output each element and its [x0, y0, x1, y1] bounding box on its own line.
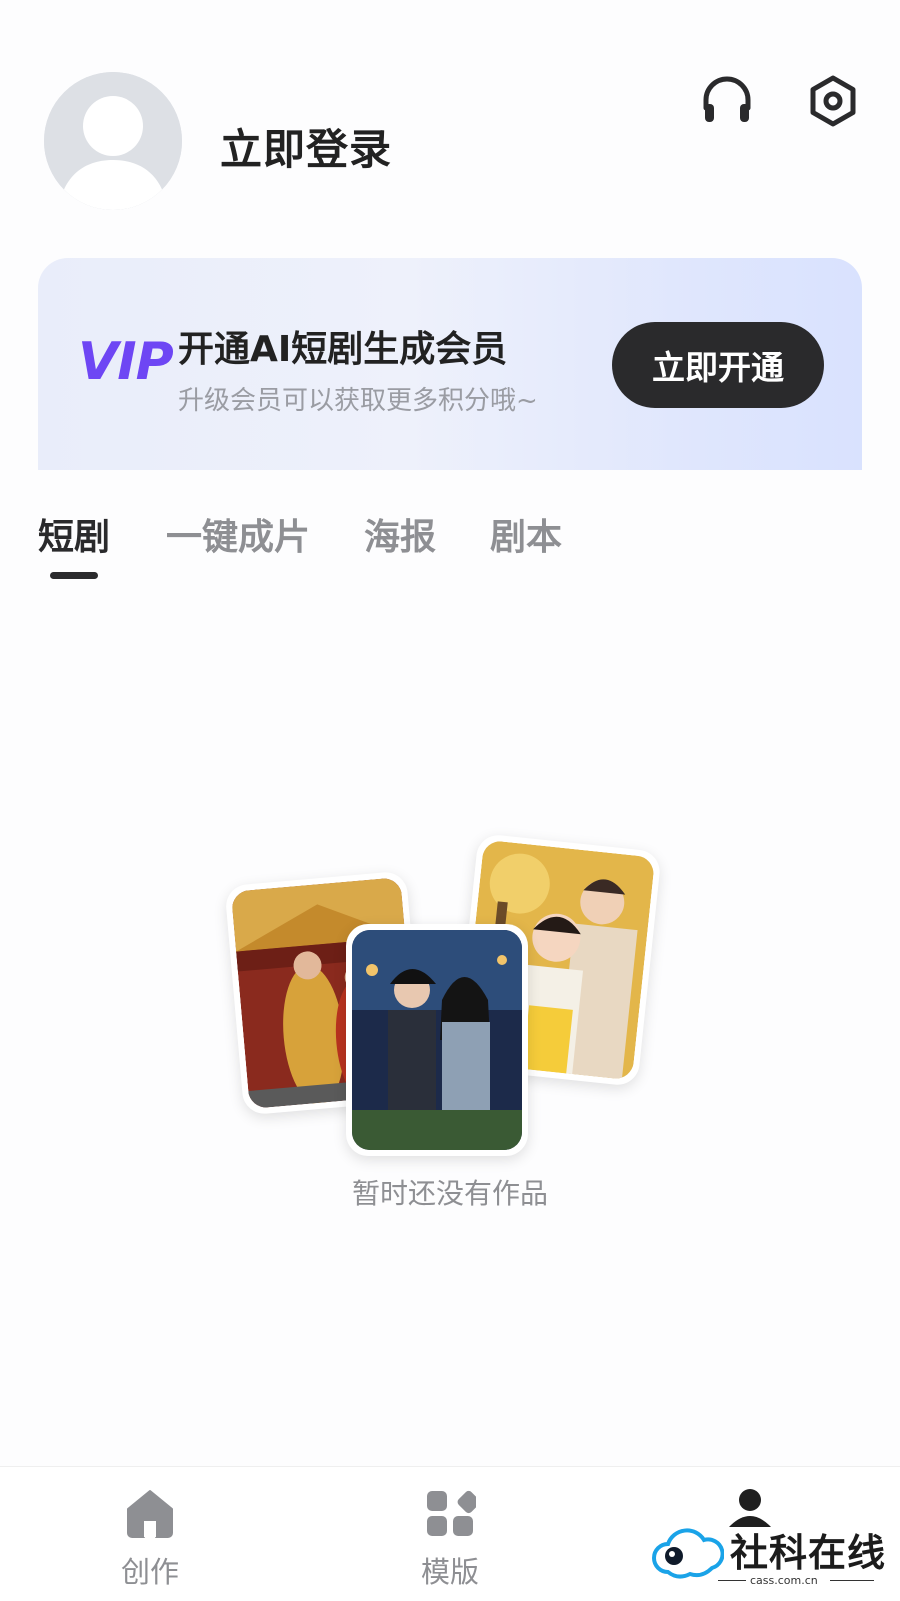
watermark-divider-right [830, 1580, 874, 1581]
drama-thumbnail-night [346, 924, 528, 1156]
vip-title: 开通AI短剧生成会员 [178, 329, 508, 370]
tab-short-drama[interactable]: 短剧 [38, 508, 110, 560]
vip-subtitle: 升级会员可以获取更多积分哦~ [178, 386, 538, 416]
cloud-logo-icon [652, 1528, 724, 1579]
nav-create-label: 创作 [120, 1555, 179, 1589]
nav-create[interactable]: 创作 [50, 1487, 250, 1591]
tab-poster[interactable]: 海报 [364, 508, 436, 560]
home-icon [127, 1490, 173, 1538]
login-link[interactable]: 立即登录 [220, 116, 392, 177]
watermark-logo: 社科在线 cass.com.cn [652, 1518, 890, 1594]
avatar[interactable] [44, 72, 182, 210]
avatar-placeholder-icon [44, 72, 182, 210]
profile-page: 立即登录 VIP 开通AI短剧生成会员 升级会员可以获取更多积分哦~ 立即开通 … [0, 0, 900, 1601]
vip-banner[interactable]: VIP 开通AI短剧生成会员 升级会员可以获取更多积分哦~ 立即开通 [38, 258, 862, 470]
nav-template-label: 模版 [420, 1555, 479, 1589]
vip-badge: VIP [78, 332, 174, 392]
open-vip-button[interactable]: 立即开通 [612, 322, 824, 408]
tab-one-click-video[interactable]: 一键成片 [166, 508, 310, 560]
watermark-divider-left [718, 1580, 746, 1581]
watermark-domain: cass.com.cn [750, 1574, 818, 1587]
active-tab-indicator [50, 572, 98, 579]
empty-state-message: 暂时还没有作品 [351, 1177, 548, 1210]
headset-icon[interactable] [700, 74, 754, 128]
nav-template[interactable]: 模版 [350, 1487, 550, 1591]
tab-script[interactable]: 剧本 [490, 508, 562, 560]
settings-icon[interactable] [806, 74, 860, 128]
empty-state-illustration [224, 833, 668, 1168]
watermark-text: 社科在线 [730, 1530, 887, 1575]
grid-icon [427, 1490, 476, 1536]
